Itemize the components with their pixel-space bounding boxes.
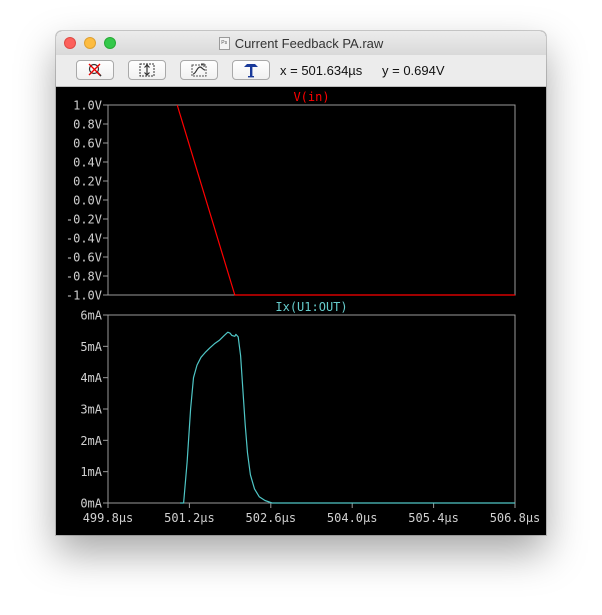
toolbar: x = 501.634µs y = 0.694V <box>56 55 546 87</box>
y-tick-label-1: 0mA <box>80 497 102 511</box>
plot-title-1: Ix(U1:OUT) <box>275 300 347 314</box>
y-tick-label-1: 6mA <box>80 309 102 323</box>
x-tick-label: 501.2µs <box>164 511 215 525</box>
magnifier-cross-icon <box>88 63 102 77</box>
autorange-button[interactable] <box>76 60 114 80</box>
window-title-area: Ps Current Feedback PA.raw <box>56 31 546 55</box>
y-tick-label-0: 0.2V <box>73 175 102 189</box>
plot-frame-0 <box>107 104 516 296</box>
waveform-viewer-window: Ps Current Feedback PA.raw x = 501.634µs… <box>56 31 546 535</box>
series-line-0-0 <box>176 104 515 296</box>
probe-button[interactable] <box>232 60 270 80</box>
y-tick-label-0: -0.2V <box>66 213 102 227</box>
plot-title-0: V(in) <box>293 90 329 104</box>
x-tick-label: 505.4µs <box>408 511 459 525</box>
curve-select-button[interactable] <box>180 60 218 80</box>
cursor-y-readout: y = 0.694V <box>382 63 445 78</box>
fit-vertical-button[interactable] <box>128 60 166 80</box>
x-tick-label: 499.8µs <box>83 511 134 525</box>
y-tick-label-0: 1.0V <box>73 99 102 113</box>
y-tick-label-0: -0.8V <box>66 270 102 284</box>
plot-canvas[interactable]: V(in) 1.0V 0.8V 0.6V 0.4V 0.2V 0.0V -0.2V -0.4V -… <box>56 87 546 535</box>
y-tick-label-0: 0.6V <box>73 137 102 151</box>
curve-select-icon <box>191 63 207 77</box>
x-tick-label: 506.8µs <box>490 511 541 525</box>
x-tick-label: 504.0µs <box>327 511 378 525</box>
y-tick-label-0: -1.0V <box>66 289 102 303</box>
title-bar: Ps Current Feedback PA.raw <box>56 31 546 56</box>
y-tick-label-0: 0.4V <box>73 156 102 170</box>
y-tick-label-1: 2mA <box>80 434 102 448</box>
plot-frame-1 <box>107 314 516 504</box>
y-tick-label-0: 0.8V <box>73 118 102 132</box>
y-tick-label-1: 4mA <box>80 371 102 385</box>
plot-area: V(in) 1.0V 0.8V 0.6V 0.4V 0.2V 0.0V -0.2V -0.4V -… <box>56 87 546 535</box>
y-tick-label-1: 3mA <box>80 403 102 417</box>
x-tick-label: 502.6µs <box>246 511 297 525</box>
y-tick-label-0: -0.6V <box>66 251 102 265</box>
fit-vertical-icon <box>139 63 155 77</box>
probe-icon <box>244 64 258 78</box>
y-tick-label-0: 0.0V <box>73 194 102 208</box>
y-tick-label-1: 5mA <box>80 340 102 354</box>
series-line-1-0 <box>180 331 515 504</box>
window-title: Current Feedback PA.raw <box>234 35 384 51</box>
cursor-x-readout: x = 501.634µs <box>280 63 363 78</box>
y-tick-label-1: 1mA <box>80 465 102 479</box>
raw-file-icon: Ps <box>218 36 230 50</box>
y-tick-label-0: -0.4V <box>66 232 102 246</box>
